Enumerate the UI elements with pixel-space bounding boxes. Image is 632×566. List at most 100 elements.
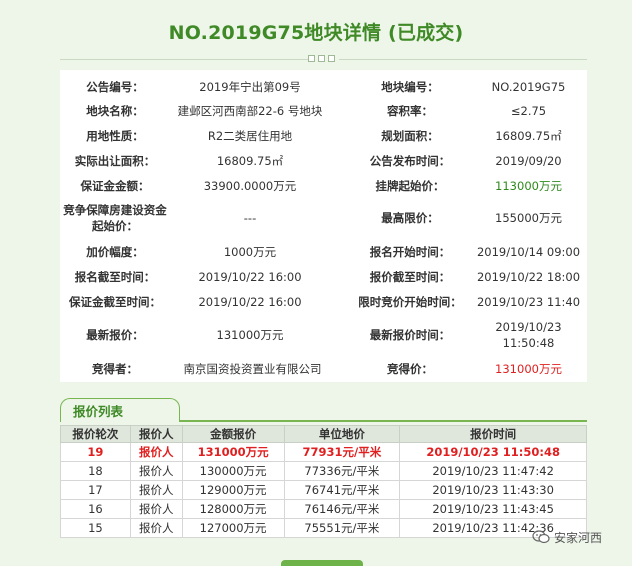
bidder: 报价人 [129,461,183,481]
bid-amount: 131000万元 [181,442,285,462]
info-row: 实际出让面积： 16809.75㎡ 公告发布时间： 2019/09/20 [60,149,587,172]
bidder: 报价人 [129,499,183,519]
bid-round: 17 [60,480,131,500]
page-title: NO.2019G75地块详情 (已成交) [168,22,464,44]
info-label: 保证金截至时间： [69,294,161,309]
divider-line-right [339,59,587,60]
info-label: 用地性质： [86,128,144,143]
watermark-text: 安家河西 [554,530,603,545]
info-value: --- [243,211,257,225]
table-row: 15 报价人 127000万元 75551元/平米 2019/10/23 11:… [60,518,587,538]
info-row: 加价幅度： 1000万元 报名开始时间： 2019/10/14 09:00 [60,240,587,263]
bidder: 报价人 [129,518,183,538]
column-header: 金额报价 [181,425,285,443]
wechat-icon [532,530,550,544]
divider-square [328,55,335,62]
info-row: 竞争保障房建设资金起始价： --- 最高限价： 155000万元 [60,200,587,236]
info-value: 33900.0000万元 [203,178,297,193]
bid-amount: 127000万元 [181,518,285,538]
info-value: 2019/10/23 11:40 [476,294,581,309]
info-label: 容积率： [387,103,433,118]
bid-amount: 128000万元 [181,499,285,519]
info-value: 1000万元 [223,244,277,259]
bid-list-tabbar: 报价列表 [60,398,587,422]
unit-price: 76741元/平米 [283,480,401,500]
info-row: 报名截至时间： 2019/10/22 16:00 报价截至时间： 2019/10… [60,265,587,288]
land-info-panel: 公告编号： 2019年宁出第09号 地块编号： NO.2019G75 地块名称：… [60,70,587,382]
info-row: 保证金金额： 33900.0000万元 挂牌起始价： 113000万元 [60,174,587,197]
bid-time: 2019/10/23 11:47:42 [399,461,587,481]
column-header: 报价轮次 [60,425,131,443]
info-value: NO.2019G75 [491,79,566,94]
info-label: 公告发布时间： [369,153,451,168]
winner-value: 南京国资投资置业有限公司 [183,361,322,376]
tab-bid-list[interactable]: 报价列表 [60,398,180,422]
bid-round: 19 [60,442,131,462]
divider-line-left [60,59,308,60]
info-label: 规划面积： [381,128,439,143]
info-label: 地块编号： [381,79,439,94]
info-label: 挂牌起始价： [375,178,445,193]
info-label: 报名截至时间： [74,269,156,284]
info-label: 地块名称： [86,103,144,118]
info-label: 报名开始时间： [369,244,451,259]
column-header: 报价时间 [399,425,587,443]
info-row: 用地性质： R2二类居住用地 规划面积： 16809.75㎡ [60,124,587,147]
bid-round: 16 [60,499,131,519]
watermark: 安家河西 [532,527,632,547]
info-row: 保证金截至时间： 2019/10/22 16:00 限时竞价开始时间： 2019… [60,290,587,313]
info-value: 2019年宁出第09号 [199,79,301,94]
info-value: 2019/10/22 16:00 [198,294,302,309]
bid-round: 15 [60,518,131,538]
info-value: 16809.75㎡ [216,153,284,168]
unit-price: 77931元/平米 [283,442,401,462]
info-label: 竞得者： [92,361,138,376]
bid-round: 18 [60,461,131,481]
divider-square [318,55,325,62]
info-value: R2二类居住用地 [207,128,293,143]
info-value: 2019/10/22 18:00 [476,269,581,284]
starting-price-value: 113000万元 [495,178,562,193]
title-divider [0,50,632,64]
info-label: 报价截至时间： [369,269,451,284]
info-label: 实际出让面积： [74,153,156,168]
info-value: 155000万元 [495,211,562,225]
info-row: 竞得者： 南京国资投资置业有限公司 竞得价： 131000万元 [60,357,587,380]
info-value: ≤2.75 [510,103,547,118]
info-value: 2019/10/23 11:50:48 [495,320,562,350]
divider-square [308,55,315,62]
info-value: 2019/10/22 16:00 [198,269,302,284]
table-row: 17 报价人 129000万元 76741元/平米 2019/10/23 11:… [60,480,587,500]
bidder: 报价人 [129,480,183,500]
info-label: 保证金金额： [80,178,150,193]
info-value: 131000万元 [216,328,284,342]
info-label: 公告编号： [86,79,144,94]
info-label: 竞争保障房建设资金起始价： [63,203,167,233]
table-row: 16 报价人 128000万元 76146元/平米 2019/10/23 11:… [60,499,587,519]
bottom-button[interactable] [281,560,363,566]
bid-time: 2019/10/23 11:43:30 [399,480,587,500]
column-header: 单位地价 [283,425,401,443]
info-label: 最高限价： [381,211,439,225]
bid-amount: 130000万元 [181,461,285,481]
bid-amount: 129000万元 [181,480,285,500]
bidder: 报价人 [129,442,183,462]
info-value: 2019/10/14 09:00 [476,244,581,259]
unit-price: 77336元/平米 [283,461,401,481]
info-label: 限时竞价开始时间： [358,294,462,309]
info-row: 最新报价： 131000万元 最新报价时间： 2019/10/23 11:50:… [60,317,587,353]
unit-price: 75551元/平米 [283,518,401,538]
bid-time: 2019/10/23 11:43:45 [399,499,587,519]
info-value: 2019/09/20 [495,153,562,168]
unit-price: 76146元/平米 [283,499,401,519]
info-value: 建邺区河西南部22-6 号地块 [177,103,323,118]
table-row: 18 报价人 130000万元 77336元/平米 2019/10/23 11:… [60,461,587,481]
info-value: 16809.75㎡ [495,128,562,143]
bid-table: 报价轮次 报价人 金额报价 单位地价 报价时间 19 报价人 131000万元 … [60,425,587,538]
info-label: 最新报价时间： [369,328,451,342]
winning-price-value: 131000万元 [495,361,562,376]
info-row: 地块名称： 建邺区河西南部22-6 号地块 容积率： ≤2.75 [60,99,587,122]
table-row: 19 报价人 131000万元 77931元/平米 2019/10/23 11:… [60,442,587,462]
info-label: 最新报价： [86,328,144,342]
info-label: 加价幅度： [86,244,144,259]
